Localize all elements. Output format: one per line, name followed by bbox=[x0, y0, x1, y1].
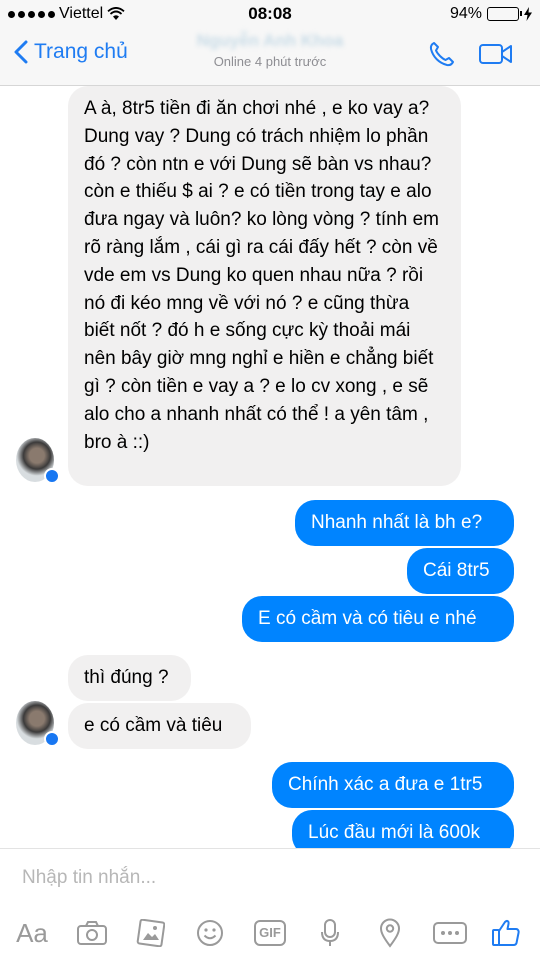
avatar[interactable] bbox=[16, 701, 60, 747]
message-outgoing: E có cầm và có tiêu e nhé bbox=[242, 596, 514, 642]
battery-percent: 94% bbox=[449, 5, 482, 22]
back-label: Trang chủ bbox=[34, 40, 128, 63]
message-outgoing: Nhanh nhất là bh e? bbox=[295, 500, 514, 546]
message-input[interactable]: Nhập tin nhắn... bbox=[22, 867, 156, 889]
microphone-button[interactable] bbox=[310, 913, 350, 953]
message-composer: Nhập tin nhắn... Aa GIF bbox=[0, 848, 540, 960]
avatar[interactable] bbox=[16, 438, 60, 484]
back-button[interactable]: Trang chủ bbox=[14, 40, 128, 64]
phone-icon[interactable] bbox=[428, 40, 456, 68]
like-icon bbox=[492, 919, 520, 946]
like-button[interactable] bbox=[486, 913, 526, 953]
photo-icon bbox=[136, 919, 165, 947]
battery-icon bbox=[487, 7, 522, 21]
video-call-icon[interactable] bbox=[478, 42, 514, 66]
text-button[interactable]: Aa bbox=[12, 913, 52, 953]
location-button[interactable] bbox=[370, 913, 410, 953]
microphone-icon bbox=[321, 919, 339, 946]
battery-status: 94% bbox=[450, 5, 532, 23]
composer-toolbar: Aa GIF bbox=[0, 913, 540, 953]
location-icon bbox=[379, 918, 401, 948]
chevron-left-icon bbox=[14, 40, 28, 64]
message-outgoing: Lúc đầu mới là 600k bbox=[292, 810, 514, 848]
message-outgoing: Cái 8tr5 bbox=[407, 548, 514, 594]
message-incoming: e có cầm và tiêu bbox=[68, 703, 251, 749]
conversation-header: Trang chủ Nguyễn Anh Khoa Online 4 phút … bbox=[0, 28, 540, 86]
more-button[interactable] bbox=[430, 913, 470, 953]
messenger-badge-icon bbox=[44, 731, 60, 747]
message-incoming: thì đúng ? bbox=[68, 655, 191, 701]
emoji-icon bbox=[197, 920, 223, 946]
contact-info[interactable]: Nguyễn Anh Khoa Online 4 phút trước bbox=[170, 31, 370, 69]
messenger-badge-icon bbox=[44, 468, 60, 484]
contact-name: Nguyễn Anh Khoa bbox=[196, 31, 344, 50]
camera-button[interactable] bbox=[72, 913, 112, 953]
gif-icon: GIF bbox=[254, 920, 286, 946]
message-incoming: A à, 8tr5 tiền đi ăn chơi nhé , e ko vay… bbox=[68, 86, 461, 486]
contact-status: Online 4 phút trước bbox=[213, 54, 327, 69]
photo-button[interactable] bbox=[130, 913, 170, 953]
more-icon bbox=[433, 922, 467, 944]
status-bar: Viettel 08:08 94% bbox=[0, 0, 540, 28]
gif-button[interactable]: GIF bbox=[250, 913, 290, 953]
camera-icon bbox=[77, 921, 107, 945]
message-outgoing: Chính xác a đưa e 1tr5 bbox=[272, 762, 514, 808]
message-thread[interactable]: A à, 8tr5 tiền đi ăn chơi nhé , e ko vay… bbox=[0, 86, 540, 848]
charging-icon bbox=[524, 7, 532, 21]
emoji-button[interactable] bbox=[190, 913, 230, 953]
